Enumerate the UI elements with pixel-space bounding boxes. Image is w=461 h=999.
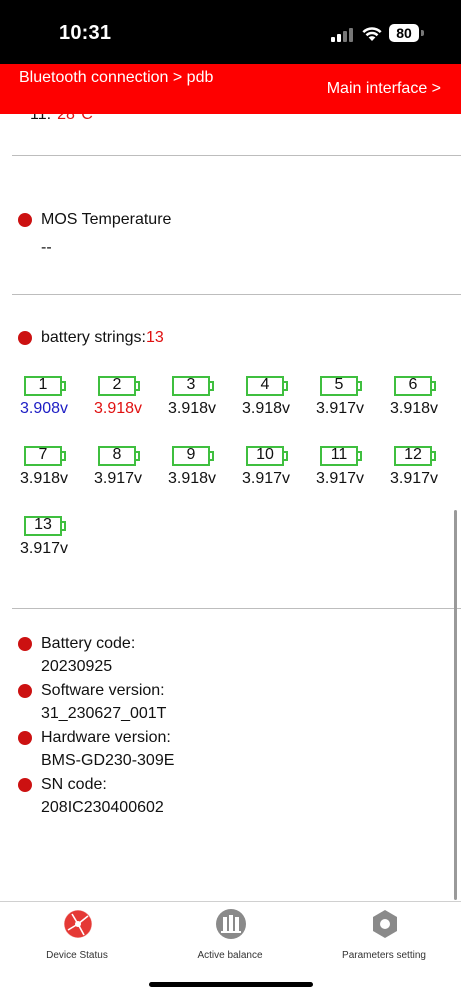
tab-active-balance-label: Active balance bbox=[197, 950, 263, 961]
tab-active-balance[interactable]: Active balance bbox=[170, 908, 290, 964]
battery-cell-number: 5 bbox=[334, 376, 344, 393]
bullet-dot bbox=[18, 684, 32, 698]
battery-level-indicator: 80 bbox=[389, 24, 419, 42]
battery-cell-terminal bbox=[136, 451, 140, 461]
battery-cell-number: 12 bbox=[404, 446, 422, 463]
device-status-content[interactable]: 11: 28°C MOS Temperature -- battery strin… bbox=[0, 114, 461, 901]
battery-cell-voltage: 3.917v bbox=[389, 470, 439, 487]
home-indicator bbox=[149, 982, 313, 987]
bullet-dot bbox=[18, 731, 32, 745]
battery-cell: 4 3.918v bbox=[240, 376, 300, 422]
battery-strings-count: 13 bbox=[145, 329, 164, 346]
battery-cell-voltage: 3.917v bbox=[93, 470, 143, 487]
battery-cell-terminal bbox=[62, 451, 66, 461]
bullet-dot bbox=[18, 213, 32, 227]
battery-cell-terminal bbox=[136, 381, 140, 391]
battery-cell: 8 3.917v bbox=[92, 446, 152, 492]
parameters-setting-icon bbox=[373, 910, 397, 938]
battery-cell-terminal bbox=[284, 451, 288, 461]
battery-cell-voltage: 3.917v bbox=[19, 540, 69, 557]
cellular-signal-icon bbox=[331, 28, 353, 42]
battery-cell: 2 3.918v bbox=[92, 376, 152, 422]
partial-temperature-label: 11: bbox=[30, 114, 52, 123]
battery-cell: 6 3.918v bbox=[388, 376, 448, 422]
battery-cell-number: 7 bbox=[38, 446, 48, 463]
battery-cell-number: 10 bbox=[256, 446, 274, 463]
active-balance-icon bbox=[216, 909, 246, 939]
bullet-dot bbox=[18, 778, 32, 792]
battery-cell-number: 13 bbox=[34, 516, 52, 533]
sn-code-label: SN code: bbox=[41, 776, 107, 793]
battery-cell-voltage: 3.917v bbox=[315, 470, 365, 487]
battery-cell-voltage: 3.918v bbox=[167, 400, 217, 417]
status-bar: 10:31 80 bbox=[0, 0, 461, 64]
main-interface-link[interactable]: Main interface > bbox=[327, 79, 441, 99]
bluetooth-connection-link[interactable]: Bluetooth connection > pdb bbox=[19, 67, 219, 89]
battery-cell-terminal bbox=[358, 381, 362, 391]
software-version-value: 31_230627_001T bbox=[41, 705, 167, 722]
battery-cell: 7 3.918v bbox=[18, 446, 78, 492]
battery-cell-number: 8 bbox=[112, 446, 122, 463]
partial-temperature-row: 11: 28°C bbox=[30, 114, 93, 124]
mos-temperature-label: MOS Temperature bbox=[41, 211, 172, 228]
tab-device-status[interactable]: Device Status bbox=[17, 908, 137, 964]
battery-cell: 3 3.918v bbox=[166, 376, 226, 422]
battery-cell-terminal bbox=[210, 451, 214, 461]
hardware-version-label: Hardware version: bbox=[41, 729, 171, 746]
battery-cell-voltage: 3.918v bbox=[19, 470, 69, 487]
divider bbox=[12, 155, 461, 156]
battery-cell-terminal bbox=[62, 521, 66, 531]
battery-cell-number: 3 bbox=[186, 376, 196, 393]
sn-code-value: 208IC230400602 bbox=[41, 799, 164, 816]
battery-cell-terminal bbox=[284, 381, 288, 391]
bullet-dot bbox=[18, 331, 32, 345]
divider bbox=[12, 608, 461, 609]
battery-cell-voltage: 3.918v bbox=[389, 400, 439, 417]
battery-cell-voltage: 3.917v bbox=[315, 400, 365, 417]
divider bbox=[12, 294, 461, 295]
partial-temperature-value: 28°C bbox=[57, 114, 93, 123]
mos-temperature-value: -- bbox=[41, 239, 52, 256]
bullet-dot bbox=[18, 637, 32, 651]
battery-cell-number: 9 bbox=[186, 446, 196, 463]
battery-cell: 1 3.908v bbox=[18, 376, 78, 422]
status-time: 10:31 bbox=[59, 22, 112, 44]
battery-cell-terminal bbox=[210, 381, 214, 391]
battery-cell: 12 3.917v bbox=[388, 446, 448, 492]
battery-code-label: Battery code: bbox=[41, 635, 136, 652]
battery-cell: 10 3.917v bbox=[240, 446, 300, 492]
tab-parameters-setting-label: Parameters setting bbox=[342, 950, 426, 961]
tab-device-status-label: Device Status bbox=[46, 950, 108, 961]
battery-cell: 11 3.917v bbox=[314, 446, 374, 492]
battery-cell-number: 2 bbox=[112, 376, 122, 393]
battery-code-value: 20230925 bbox=[41, 658, 113, 675]
scrollbar[interactable] bbox=[454, 510, 457, 900]
battery-cell-terminal bbox=[432, 381, 436, 391]
battery-cell-number: 4 bbox=[260, 376, 270, 393]
battery-strings-row: battery strings:13 bbox=[41, 329, 164, 347]
battery-cell-voltage: 3.908v bbox=[19, 400, 69, 417]
battery-cell-voltage: 3.918v bbox=[93, 400, 143, 417]
battery-cell: 9 3.918v bbox=[166, 446, 226, 492]
battery-cell: 13 3.917v bbox=[18, 516, 78, 562]
battery-cell: 5 3.917v bbox=[314, 376, 374, 422]
battery-strings-label: battery strings: bbox=[41, 329, 146, 346]
hardware-version-value: BMS-GD230-309E bbox=[41, 752, 175, 769]
battery-cell-voltage: 3.917v bbox=[241, 470, 291, 487]
battery-cell-number: 11 bbox=[330, 446, 348, 463]
battery-cell-terminal bbox=[62, 381, 66, 391]
battery-cell-terminal bbox=[358, 451, 362, 461]
tab-parameters-setting[interactable]: Parameters setting bbox=[324, 908, 444, 964]
battery-cell-voltage: 3.918v bbox=[241, 400, 291, 417]
battery-cell-number: 1 bbox=[38, 376, 48, 393]
battery-cell-terminal bbox=[432, 451, 436, 461]
battery-nub bbox=[421, 30, 424, 36]
wifi-icon bbox=[362, 27, 382, 41]
device-status-icon bbox=[63, 909, 93, 939]
app-header: Bluetooth connection > pdb Main interfac… bbox=[0, 64, 461, 114]
software-version-label: Software version: bbox=[41, 682, 165, 699]
battery-cell-voltage: 3.918v bbox=[167, 470, 217, 487]
battery-cell-number: 6 bbox=[408, 376, 418, 393]
